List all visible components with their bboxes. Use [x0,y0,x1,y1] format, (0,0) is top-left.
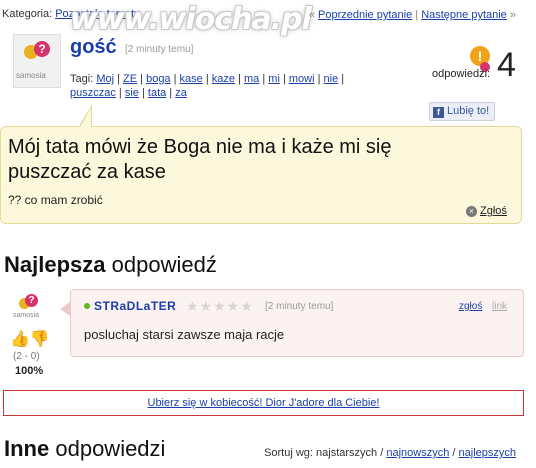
nav-prev-arrow: « [308,9,315,21]
heading-bold: Inne [4,436,50,461]
question-title: Mój tata mówi że Boga nie ma i każe mi s… [8,136,392,183]
sort-separator: / [452,447,456,459]
tags-list: Tagi: Moj | ZE | boga | kase | kaze | ma… [70,73,345,99]
close-icon: × [466,206,477,217]
rating-stars[interactable]: ★★★★★ [186,298,254,315]
thumbs-up-icon[interactable]: 👍 [10,331,30,348]
answers-label: odpowiedzi: [432,68,491,80]
vote-percent: 100% [15,365,44,377]
ad-link[interactable]: Ubierz się w kobiecość! Dior J'adore dla… [148,397,380,409]
report-question-button[interactable]: × Zgłoś [466,205,507,217]
vote-buttons: 👍👎 [10,329,50,349]
tag-link[interactable]: tata [148,87,166,99]
avatar-caption: samosia [16,71,46,80]
report-answer-link[interactable]: zgłoś [459,301,482,312]
question-time: [2 minuty temu] [125,44,194,55]
tag-link[interactable]: Moj [96,73,114,85]
tag-link[interactable]: ZE [123,73,137,85]
thumbs-down-icon[interactable]: 👎 [30,331,50,348]
like-label: Lubię to! [447,105,490,117]
answer-bubble-tail [60,302,70,316]
nav-next-arrow: » [509,9,516,21]
nav-separator: | [415,9,419,21]
ad-banner: Ubierz się w kobiecość! Dior J'adore dla… [3,390,524,416]
tag-link[interactable]: kaze [212,73,235,85]
tag-link[interactable]: sie [125,87,139,99]
vote-score: (2 - 0) [13,351,40,362]
best-answer-heading: Najlepsza odpowiedź [4,252,217,278]
tag-link[interactable]: ma [244,73,259,85]
online-status-icon [84,303,90,309]
heading-rest: odpowiedzi [55,436,166,461]
next-question-link[interactable]: Następne pytanie [421,9,507,21]
answer-time: [2 minuty temu] [265,301,334,312]
sort-best-link[interactable]: najlepszych [459,447,516,459]
question-icon: ? [34,41,50,57]
heading-rest: odpowiedź [111,252,217,277]
tag-link[interactable]: boga [146,73,170,85]
answer-permalink[interactable]: link [492,301,507,312]
sort-newest-link[interactable]: najnowszych [386,447,449,459]
tags-label: Tagi: [70,73,94,85]
sort-options: Sortuj wg: najstarszych / najnowszych / … [264,447,516,459]
question-icon: ? [25,294,38,307]
avatar[interactable]: ? samosia [13,34,61,88]
tag-link[interactable]: mi [268,73,280,85]
tag-link[interactable]: kase [180,73,203,85]
answers-count: 4 [497,46,516,84]
category-label: Kategoria: [2,8,53,20]
answer-avatar[interactable]: ? samosia [13,292,43,320]
tag-link[interactable]: mowi [289,73,315,85]
question-nav: « Poprzednie pytanie | Następne pytanie … [309,9,516,21]
question-body: ?? co mam zrobić [8,193,103,207]
watermark: www.wiocha.pl [70,2,312,37]
answer-text: posluchaj starsi zawsze maja racje [84,327,285,342]
answer-author[interactable]: STRaDLaTER [94,299,176,313]
avatar-caption: samosia [13,312,40,319]
sort-label: Sortuj wg: najstarszych / [264,447,384,459]
other-answers-heading: Inne odpowiedzi [4,436,165,462]
facebook-icon: f [433,107,444,118]
question-author[interactable]: gość [70,36,117,59]
tag-link[interactable]: nie [324,73,339,85]
facebook-like-button[interactable]: f Lubię to! [429,102,495,121]
tag-link[interactable]: za [175,87,187,99]
heading-bold: Najlepsza [4,252,106,277]
tag-link[interactable]: puszczac [70,87,116,99]
speech-bubble-tail-fill [80,107,91,128]
prev-question-link[interactable]: Poprzednie pytanie [318,9,412,21]
report-link[interactable]: Zgłoś [480,205,507,217]
